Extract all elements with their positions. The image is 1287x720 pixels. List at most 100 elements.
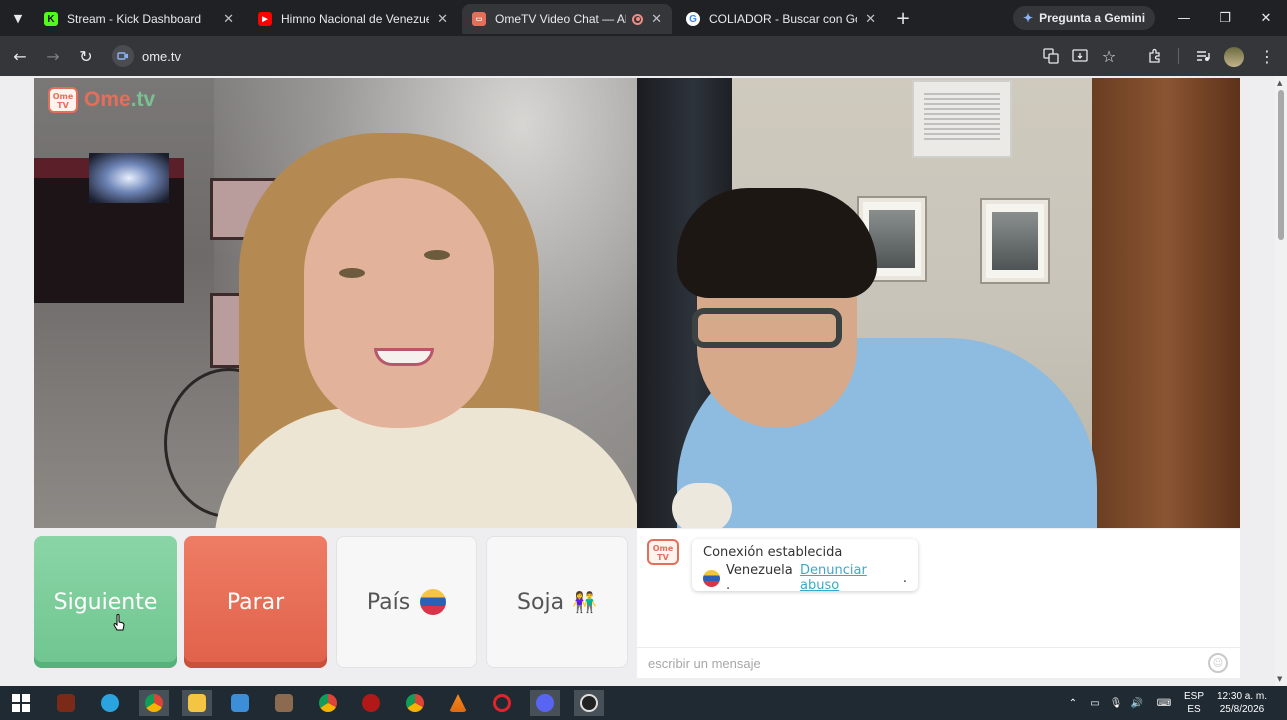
browser-toolbar: ← → ↻ ome.tv ☆ ⋮ bbox=[0, 36, 1287, 76]
venezuela-flag-icon bbox=[420, 589, 447, 615]
profile-avatar[interactable] bbox=[1224, 47, 1244, 67]
close-tab-icon[interactable]: ✕ bbox=[651, 11, 662, 27]
kick-icon: K bbox=[44, 12, 58, 26]
tab-himno-nacional[interactable]: ▶ Himno Nacional de Venezuela ✕ bbox=[248, 4, 458, 34]
person-face bbox=[304, 178, 494, 428]
chrome-icon bbox=[406, 694, 424, 712]
logo-domain: .tv bbox=[130, 88, 156, 111]
tab-kick-dashboard[interactable]: K Stream - Kick Dashboard ✕ bbox=[34, 4, 244, 34]
volume-icon[interactable]: 🔊 bbox=[1128, 686, 1146, 720]
new-tab-button[interactable]: + bbox=[893, 8, 913, 29]
windows-taskbar: ⌃ ▭ 🎙 🔊 ⌨ ESP ES 12:30 a. m. 25/8/2026 bbox=[0, 686, 1287, 720]
site-info-icon[interactable] bbox=[112, 45, 134, 67]
ometv-chat-avatar-icon: Ome TV bbox=[647, 539, 679, 565]
person-eye bbox=[424, 250, 450, 260]
minimize-button[interactable]: — bbox=[1164, 6, 1204, 30]
translate-icon[interactable] bbox=[1041, 46, 1061, 66]
hand-cursor-icon bbox=[113, 614, 125, 631]
media-control-icon[interactable] bbox=[1193, 46, 1213, 66]
browser-menu-icon[interactable]: ⋮ bbox=[1257, 46, 1277, 66]
taskbar-vlc[interactable] bbox=[443, 690, 473, 716]
venezuela-flag-icon bbox=[703, 569, 720, 587]
taskbar-discord[interactable] bbox=[530, 690, 560, 716]
connection-status: Conexión establecida bbox=[703, 545, 843, 560]
taskbar-chrome-2[interactable] bbox=[313, 690, 343, 716]
clock-date: 25/8/2026 bbox=[1219, 704, 1265, 715]
maximize-button[interactable]: ❐ bbox=[1205, 6, 1245, 30]
close-window-button[interactable]: ✕ bbox=[1246, 6, 1286, 30]
country-filter-button[interactable]: País bbox=[336, 536, 477, 668]
windows-logo-icon bbox=[12, 694, 30, 712]
person-hair bbox=[677, 188, 877, 298]
start-button[interactable] bbox=[6, 690, 36, 716]
gemini-sparkle-icon: ✦ bbox=[1023, 11, 1034, 25]
couple-icon: 👫 bbox=[572, 590, 597, 614]
recording-icon bbox=[632, 13, 644, 25]
message-input[interactable]: escribir un mensaje ☺ bbox=[637, 647, 1240, 678]
gemini-button[interactable]: ✦ Pregunta a Gemini bbox=[1013, 6, 1156, 30]
reload-icon[interactable]: ↻ bbox=[74, 44, 98, 68]
install-app-icon[interactable] bbox=[1070, 46, 1090, 66]
gender-filter-button[interactable]: Soja 👫 bbox=[486, 536, 628, 668]
system-message-bubble: Conexión establecida Venezuela . Denunci… bbox=[692, 539, 918, 593]
bookmark-star-icon[interactable]: ☆ bbox=[1099, 46, 1119, 66]
taskbar-chrome-3[interactable] bbox=[400, 690, 430, 716]
image-app-icon bbox=[275, 694, 293, 712]
language-indicator[interactable]: ESP ES bbox=[1182, 686, 1206, 720]
close-tab-icon[interactable]: ✕ bbox=[223, 11, 234, 27]
window-app-icon bbox=[231, 694, 249, 712]
scroll-up-icon[interactable]: ▲ bbox=[1277, 79, 1282, 87]
taskbar-window-app[interactable] bbox=[225, 690, 255, 716]
back-icon[interactable]: ← bbox=[8, 44, 32, 68]
background-air-conditioner bbox=[912, 80, 1012, 158]
extensions-icon[interactable] bbox=[1145, 46, 1165, 66]
taskbar-telegram[interactable] bbox=[95, 690, 125, 716]
tab-search-icon[interactable]: ▼ bbox=[6, 6, 30, 30]
tray-overflow-icon[interactable]: ⌃ bbox=[1066, 686, 1080, 720]
scroll-down-icon[interactable]: ▼ bbox=[1277, 675, 1282, 683]
taskbar-chrome[interactable] bbox=[139, 690, 169, 716]
page-scrollbar[interactable]: ▲ ▼ bbox=[1275, 76, 1287, 686]
obs-icon bbox=[580, 694, 598, 712]
clock[interactable]: 12:30 a. m. 25/8/2026 bbox=[1210, 686, 1274, 720]
person-eye bbox=[339, 268, 365, 278]
scroll-thumb[interactable] bbox=[1278, 90, 1284, 240]
tab-google-search[interactable]: G COLIADOR - Buscar con Google ✕ bbox=[676, 4, 886, 34]
discord-icon bbox=[536, 694, 554, 712]
close-tab-icon[interactable]: ✕ bbox=[437, 11, 448, 27]
ometv-favicon-icon: ▭ bbox=[472, 12, 486, 26]
keyboard-icon[interactable]: ⌨ bbox=[1150, 686, 1178, 720]
ometv-logo-icon: Ome TV bbox=[48, 87, 78, 113]
taskbar-opera[interactable] bbox=[487, 690, 517, 716]
microphone-icon[interactable]: 🎙 bbox=[1108, 686, 1124, 720]
chat-panel: Ome TV Conexión establecida Venezuela . … bbox=[637, 529, 1240, 678]
forward-icon[interactable]: → bbox=[41, 44, 65, 68]
taskbar-game-app[interactable] bbox=[51, 690, 81, 716]
google-icon: G bbox=[686, 12, 700, 26]
close-tab-icon[interactable]: ✕ bbox=[865, 11, 876, 27]
next-button[interactable]: Siguiente bbox=[34, 536, 177, 668]
local-video-feed: Ome TV Ome.tv bbox=[34, 78, 637, 528]
address-bar[interactable]: ome.tv bbox=[142, 49, 181, 64]
chrome-icon bbox=[319, 694, 337, 712]
game-app-icon bbox=[57, 694, 75, 712]
red-app-icon bbox=[362, 694, 380, 712]
tab-ometv[interactable]: ▭ OmeTV Video Chat — Alter ✕ bbox=[462, 4, 672, 34]
ometv-logo[interactable]: Ome TV Ome.tv bbox=[48, 87, 155, 113]
telegram-icon bbox=[101, 694, 119, 712]
vlc-cone-icon bbox=[449, 694, 467, 712]
background-tv-screen bbox=[89, 153, 169, 203]
report-abuse-link[interactable]: Denunciar abuso bbox=[800, 563, 903, 593]
stop-button[interactable]: Parar bbox=[184, 536, 327, 668]
clock-time: 12:30 a. m. bbox=[1216, 691, 1268, 702]
taskbar-file-explorer[interactable] bbox=[182, 690, 212, 716]
youtube-icon: ▶ bbox=[258, 12, 272, 26]
browser-tab-strip: ▼ K Stream - Kick Dashboard ✕ ▶ Himno Na… bbox=[0, 0, 1287, 36]
emoji-icon[interactable]: ☺ bbox=[1208, 653, 1228, 673]
network-icon[interactable]: ▭ bbox=[1086, 686, 1104, 720]
taskbar-red-app[interactable] bbox=[356, 690, 386, 716]
taskbar-obs[interactable] bbox=[574, 690, 604, 716]
taskbar-image-app[interactable] bbox=[269, 690, 299, 716]
person-smile bbox=[374, 348, 434, 366]
message-placeholder: escribir un mensaje bbox=[648, 656, 761, 671]
